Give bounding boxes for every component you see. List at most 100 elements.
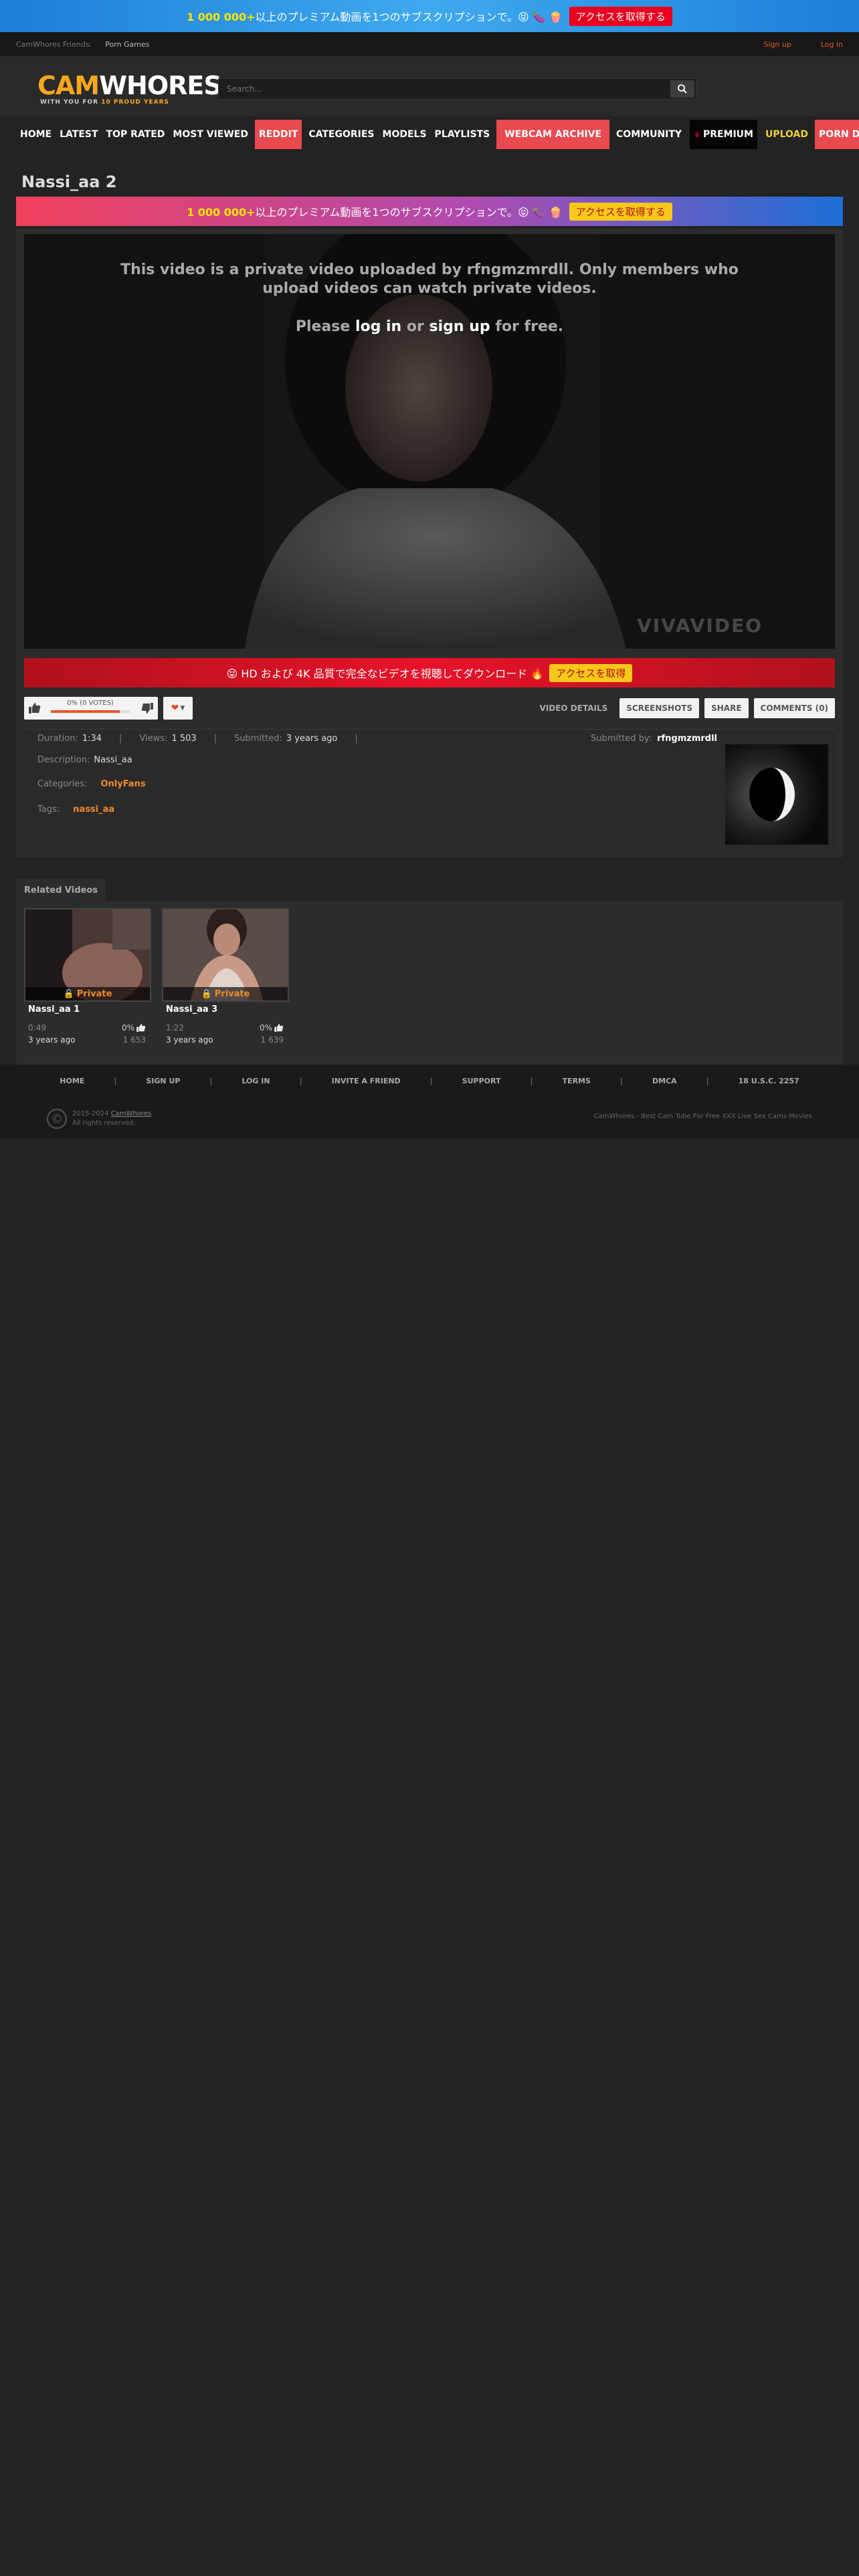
thumbs-up-icon <box>29 703 41 714</box>
video-details: Duration: 1:34 | Views: 1 503 | Submitted:… <box>24 729 835 849</box>
footer-link-invite[interactable]: INVITE A FRIEND <box>302 1077 430 1085</box>
dislike-button[interactable] <box>139 700 155 716</box>
uploader-link[interactable]: rfngmzmrdll <box>657 734 717 744</box>
video-watermark: VIVAVIDEO <box>637 615 763 637</box>
avatar-image <box>725 744 828 845</box>
tag-link[interactable]: nassi_aa <box>73 804 114 815</box>
nav-top-rated[interactable]: TOP RATED <box>102 120 169 149</box>
nav-most-viewed[interactable]: MOST VIEWED <box>169 120 252 149</box>
tab-screenshots[interactable]: SCREENSHOTS <box>619 698 700 718</box>
search-icon <box>678 84 687 94</box>
related-videos: 🔒 Private Nassi_aa 1 0:49 0% 3 years ago … <box>16 901 843 1065</box>
site-footer: HOME | SIGN UP | LOG IN | INVITE A FRIEND | … <box>0 1065 859 1138</box>
video-block: This video is a private video uploaded b… <box>16 229 843 857</box>
tags-row: Tags: nassi_aa <box>37 804 114 815</box>
video-views: 1 639 <box>260 1035 284 1045</box>
nav-playlists[interactable]: PLAYLISTS <box>431 120 494 149</box>
rating-bar-fill <box>51 710 120 713</box>
duration-value: 1:34 <box>82 734 102 744</box>
prompt-for-free: for free. <box>495 318 564 335</box>
related-video-card[interactable]: 🔒 Private Nassi_aa 3 1:22 0% 3 years ago … <box>162 908 289 1055</box>
video-thumbnail[interactable]: 🔒 Private <box>162 908 289 1002</box>
footer-link-signup[interactable]: SIGN UP <box>116 1077 209 1085</box>
nav-latest[interactable]: LATEST <box>56 120 102 149</box>
categories-row: Categories: OnlyFans <box>37 779 146 789</box>
logo-cam: CAM <box>37 71 100 100</box>
search-input[interactable] <box>219 79 660 99</box>
nav-webcam-archive[interactable]: WEBCAM ARCHIVE <box>496 120 610 149</box>
tags-label: Tags: <box>37 804 60 815</box>
stats-divider: | <box>213 734 217 744</box>
search-button[interactable] <box>670 80 694 98</box>
friends-link-porn-games[interactable]: Porn Games <box>105 40 149 49</box>
category-link[interactable]: OnlyFans <box>100 779 145 789</box>
submitted-label: Submitted: <box>234 734 282 744</box>
signup-link[interactable]: Sign up <box>763 40 791 49</box>
footer-link-2257[interactable]: 18 U.S.C. 2257 <box>709 1077 829 1085</box>
nav-community[interactable]: COMMUNITY <box>612 120 686 149</box>
footer-tagline: CamWhores - Best Cam Tube For Free XXX L… <box>593 1113 812 1120</box>
promo-hd-banner[interactable]: 😝 HD および 4K 品質で完全なビデオを視聴してダウンロード 🔥 アクセスを… <box>24 658 835 687</box>
video-views: 1 653 <box>122 1035 146 1045</box>
nav-porn-dude[interactable]: PORN DUDE <box>815 120 859 149</box>
nav-reddit[interactable]: REDDIT <box>254 120 302 149</box>
copyright-years: 2015-2024 <box>72 1110 109 1117</box>
video-title[interactable]: Nassi_aa 1 <box>28 1004 80 1014</box>
footer-link-login[interactable]: LOG IN <box>212 1077 299 1085</box>
promo-banner-top[interactable]: 1 000 000+以上のプレミアム動画を1つのサブスクリプションで。😝 🍆 🍿… <box>0 0 859 32</box>
video-age: 3 years ago <box>166 1035 213 1045</box>
login-link[interactable]: Log in <box>821 40 843 49</box>
like-button[interactable] <box>27 700 43 716</box>
video-thumbnail[interactable]: 🔒 Private <box>24 908 151 1002</box>
private-video-message: This video is a private video uploaded b… <box>120 261 739 297</box>
prompt-login-link[interactable]: log in <box>355 318 401 335</box>
promo-banner-mid[interactable]: 1 000 000+以上のプレミアム動画を1つのサブスクリプションで。😝 🍆 🍿… <box>16 197 843 226</box>
private-badge: 🔒 Private <box>25 987 150 1000</box>
submitted-value: 3 years ago <box>286 734 338 744</box>
thumbs-down-icon <box>141 703 153 714</box>
related-videos-tab[interactable]: Related Videos <box>16 879 106 901</box>
promo-mid-highlight: 1 000 000+ <box>187 206 256 219</box>
nav-home[interactable]: HOME <box>16 120 56 149</box>
promo-access-button[interactable]: アクセスを取得する <box>569 6 672 26</box>
video-player[interactable]: This video is a private video uploaded b… <box>24 234 835 649</box>
promo-mid-access-button[interactable]: アクセスを取得する <box>569 202 672 221</box>
nav-upload[interactable]: UPLOAD <box>761 120 812 149</box>
footer-link-home[interactable]: HOME <box>30 1077 114 1085</box>
views-label: Views: <box>139 734 168 744</box>
copyright-brand-link[interactable]: CamWhores <box>111 1110 151 1117</box>
thumbs-up-icon <box>136 1024 146 1032</box>
private-badge-label: Private <box>214 988 250 999</box>
video-title[interactable]: Nassi_aa 3 <box>166 1004 217 1014</box>
views-value: 1 503 <box>171 734 197 744</box>
categories-label: Categories: <box>37 779 88 789</box>
video-duration: 0:49 <box>28 1023 46 1033</box>
search-box <box>218 78 696 100</box>
video-duration: 1:22 <box>166 1023 184 1033</box>
tab-comments[interactable]: COMMENTS (0) <box>753 698 835 718</box>
site-header: CAMWHORES WITH YOU FOR 10 PROUD YEARS <box>0 56 859 116</box>
footer-link-dmca[interactable]: DMCA <box>623 1077 706 1085</box>
video-rating: 0% <box>260 1023 284 1033</box>
duration-label: Duration: <box>37 734 78 744</box>
related-video-card[interactable]: 🔒 Private Nassi_aa 1 0:49 0% 3 years ago … <box>24 908 151 1055</box>
nav-models[interactable]: MODELS <box>379 120 431 149</box>
favourite-button[interactable]: ❤ ▼ <box>163 697 193 720</box>
site-logo[interactable]: CAMWHORES WITH YOU FOR 10 PROUD YEARS <box>37 71 222 107</box>
footer-link-support[interactable]: SUPPORT <box>433 1077 531 1085</box>
footer-links: HOME | SIGN UP | LOG IN | INVITE A FRIEND | … <box>0 1077 859 1085</box>
nav-premium-label: PREMIUM <box>702 129 753 140</box>
nav-categories[interactable]: CATEGORIES <box>304 120 378 149</box>
promo-hd-button[interactable]: アクセスを取得 <box>549 663 633 682</box>
prompt-signup-link[interactable]: sign up <box>430 318 490 335</box>
video-age: 3 years ago <box>28 1035 76 1045</box>
uploader-avatar[interactable] <box>725 744 828 845</box>
nav-premium[interactable]: ♛ PREMIUM <box>690 120 757 149</box>
rating-widget: 0% (0 VOTES) <box>24 697 158 720</box>
footer-link-terms[interactable]: TERMS <box>533 1077 620 1085</box>
friends-bar: CamWhores Friends: Porn Games Sign up Lo… <box>0 32 859 56</box>
private-badge-label: Private <box>76 988 112 999</box>
tab-video-details[interactable]: VIDEO DETAILS <box>533 698 615 718</box>
description-row: Description: Nassi_aa <box>37 755 132 765</box>
tab-share[interactable]: SHARE <box>704 698 749 718</box>
